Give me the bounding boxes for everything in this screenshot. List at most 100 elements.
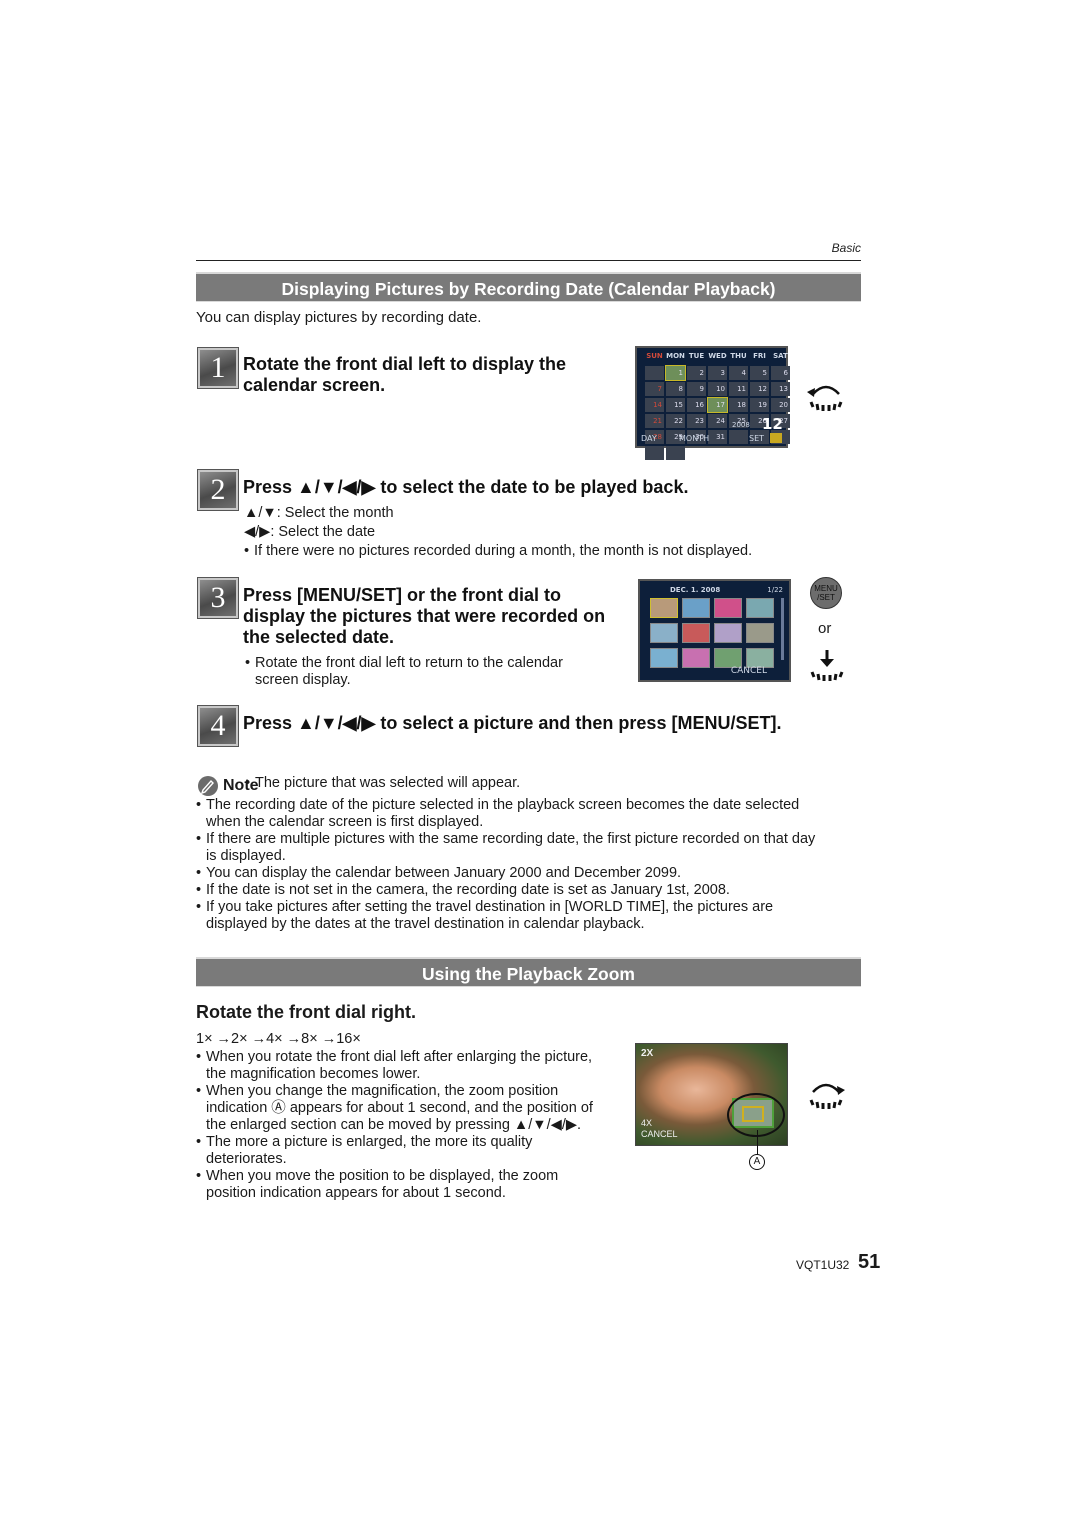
calendar-day-cell[interactable] [729, 430, 748, 444]
note-item-line: If the date is not set in the camera, th… [206, 882, 730, 898]
calendar-day-cell[interactable]: 5 [750, 366, 769, 380]
note-item: If you take pictures after setting the t… [196, 899, 866, 933]
step-3-title: Press [MENU/SET] or the front dial to di… [243, 585, 605, 648]
weekday-label: MON [666, 352, 685, 360]
step-3-title-line3: the selected date. [243, 627, 395, 647]
zoom-note-line: When you change the magnification, the z… [206, 1083, 559, 1099]
step-1-badge: 1 [198, 348, 238, 388]
date-text: Select the date [278, 524, 376, 540]
calendar-day-cell[interactable]: 8 [666, 382, 685, 396]
weekday-label: SUN [646, 352, 663, 360]
header-rule [196, 260, 861, 261]
step-4-badge: 4 [198, 706, 238, 746]
thumbnail[interactable] [746, 623, 774, 643]
thumbnail[interactable] [650, 648, 678, 668]
note-item-line: You can display the calendar between Jan… [206, 865, 682, 881]
zoom-cancel-label: CANCEL [641, 1129, 678, 1139]
calendar-day-cell[interactable]: 7 [645, 382, 664, 396]
thumbnail-grid [650, 598, 774, 668]
calendar-day-cell[interactable]: 24 [708, 414, 727, 428]
calendar-day-cell[interactable] [666, 446, 685, 460]
thumbnail-scrollbar[interactable] [781, 598, 784, 660]
thumbnail-cancel-label: CANCEL [730, 666, 767, 676]
thumbnail[interactable] [714, 598, 742, 618]
step-2-title: Press ▲/▼/◀/▶ to select the date to be p… [243, 477, 689, 497]
thumbnail[interactable] [746, 598, 774, 618]
or-label: or [818, 620, 832, 637]
calendar-intro: You can display pictures by recording da… [196, 309, 482, 326]
calendar-day-cell[interactable]: 22 [666, 414, 685, 428]
calendar-day-cell[interactable]: 16 [687, 398, 706, 412]
step-2-details: ▲/▼: Select the month ◀/▶: Select the da… [244, 505, 752, 560]
month-keys: ▲/▼: [244, 505, 281, 521]
step-3-title-line2: display the pictures that were recorded … [243, 606, 606, 626]
calendar-day-cell[interactable]: 9 [687, 382, 706, 396]
thumbnail[interactable] [714, 623, 742, 643]
step-1-title-line1: Rotate the front dial left to display th… [243, 354, 567, 374]
calendar-day-cell[interactable]: 1 [665, 365, 686, 381]
note-title: Note [223, 777, 259, 794]
weekday-label: SAT [773, 352, 788, 360]
thumbnail[interactable] [682, 598, 710, 618]
calendar-day-cell[interactable] [645, 446, 664, 460]
calendar-day-cell[interactable]: 18 [729, 398, 748, 412]
section-label: Basic [831, 241, 861, 255]
page-number: 51 [858, 1251, 881, 1273]
step-1-title-line2: calendar screen. [243, 375, 386, 395]
note-item-line: The recording date of the picture select… [206, 797, 800, 813]
step-2-date-line: ◀/▶: Select the date [244, 524, 752, 541]
zoom-note-item: The more a picture is enlarged, the more… [196, 1134, 636, 1168]
calendar-day-cell[interactable]: 23 [687, 414, 706, 428]
calendar-day-cell[interactable]: 13 [771, 382, 790, 396]
step-2-badge: 2 [198, 470, 238, 510]
weekday-label: WED [708, 352, 727, 360]
step-3-badge: 3 [198, 578, 238, 618]
step-3-title-line1: Press [MENU/SET] or the front dial to [243, 585, 562, 605]
calendar-day-cell[interactable]: 21 [645, 414, 664, 428]
calendar-day-cell[interactable] [645, 366, 664, 380]
callout-line [757, 1130, 758, 1155]
calendar-day-cell[interactable]: 17 [707, 397, 728, 413]
thumbnail[interactable] [650, 598, 678, 618]
thumbnail[interactable] [714, 648, 742, 668]
note-item-line: If you take pictures after setting the t… [206, 899, 774, 915]
thumbnail[interactable] [650, 623, 678, 643]
calendar-screen: SUN MON TUE WED THU FRI SAT 1 2 3 4 5 6 7 8 9 10 11 12 13 1… [635, 346, 790, 460]
zoom-level-label: 2X [641, 1048, 654, 1059]
thumbnail[interactable] [682, 648, 710, 668]
zoom-note-line: deteriorates. [206, 1151, 287, 1167]
calendar-day-cell[interactable]: 31 [708, 430, 727, 444]
calendar-day-cell[interactable]: 20 [771, 398, 790, 412]
calendar-day-cell[interactable]: 10 [708, 382, 727, 396]
step-4-title: Press ▲/▼/◀/▶ to select a picture and th… [243, 713, 782, 733]
thumbnail[interactable] [746, 648, 774, 668]
zoom-note-line: the magnification becomes lower. [206, 1066, 421, 1082]
calendar-weekday-row: SUN MON TUE WED THU FRI SAT [645, 352, 790, 360]
calendar-day-cell[interactable]: 2 [687, 366, 706, 380]
dial-press-icon [806, 648, 848, 684]
menu-set-icon [770, 433, 782, 443]
zoom-note-line: When you rotate the front dial left afte… [206, 1049, 593, 1065]
zoom-note-line: the enlarged section can be moved by pre… [206, 1117, 582, 1133]
note-item-line: If there are multiple pictures with the … [206, 831, 816, 847]
note-item: You can display the calendar between Jan… [196, 865, 866, 882]
calendar-day-cell[interactable]: 3 [708, 366, 727, 380]
calendar-day-cell[interactable]: 14 [645, 398, 664, 412]
zoom-callout-ring [727, 1093, 785, 1137]
calendar-day-label: DAY [641, 434, 657, 443]
calendar-set-label: SET [749, 434, 765, 443]
calendar-day-cell[interactable]: 4 [729, 366, 748, 380]
calendar-day-cell[interactable]: 19 [750, 398, 769, 412]
calendar-day-cell[interactable]: 12 [750, 382, 769, 396]
zoom-note-line: position indication appears for about 1 … [206, 1185, 506, 1201]
calendar-day-cell[interactable]: 11 [729, 382, 748, 396]
zoom-note-line: indication Ⓐ appears for about 1 second,… [206, 1100, 593, 1116]
zoom-note-line: The more a picture is enlarged, the more… [206, 1134, 533, 1150]
calendar-day-cell[interactable]: 15 [666, 398, 685, 412]
zoom-screen: 2X 4X CANCEL [635, 1043, 788, 1146]
zoom-section-banner: Using the Playback Zoom [196, 957, 861, 987]
calendar-day-cell[interactable]: 6 [771, 366, 790, 380]
weekday-label: FRI [753, 352, 766, 360]
calendar-month: 12 [762, 415, 783, 433]
thumbnail[interactable] [682, 623, 710, 643]
